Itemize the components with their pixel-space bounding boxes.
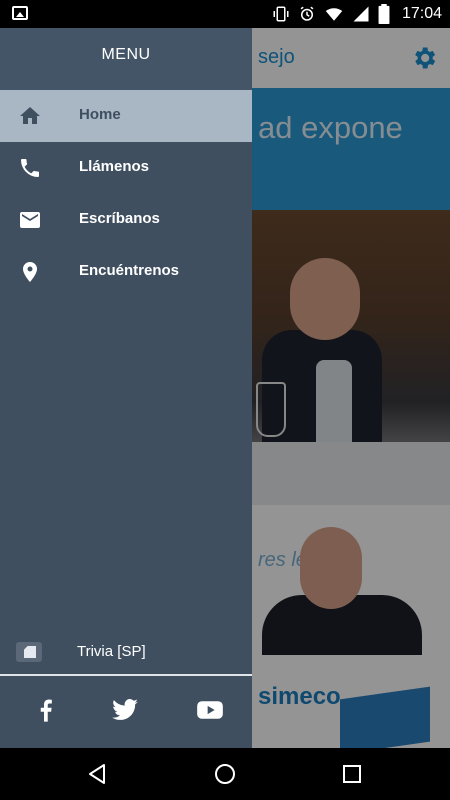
youtube-icon[interactable] [196,696,224,724]
image-icon [12,6,28,20]
home-icon [20,107,40,124]
phone-icon [21,159,39,177]
menu-item-home[interactable]: Home [0,90,252,142]
wifi-icon [325,8,343,21]
twitter-icon[interactable] [111,696,139,724]
divider [0,674,252,676]
drawer-title: MENU [101,46,151,63]
clock: 17:04 [401,5,442,22]
trivia-label: Trivia [SP] [77,643,146,660]
recents-icon[interactable] [340,762,364,786]
menu-item-label: Encuéntrenos [79,262,180,279]
menu-item-llamenos[interactable]: Llámenos [0,142,252,194]
location-pin-icon [23,262,37,282]
facebook-icon[interactable] [32,696,60,724]
trivia-icon [16,642,42,662]
system-nav-bar [0,748,450,800]
home-circle-icon[interactable] [213,762,237,786]
drawer-header: MENU [0,28,252,90]
trivia-link[interactable]: Trivia [SP] [0,628,252,676]
battery-icon [378,4,390,24]
signal-icon [353,6,369,22]
navigation-drawer: MENU Home Llámenos Escríbanos Encuéntren… [0,28,252,748]
back-icon[interactable] [86,762,110,786]
alarm-icon [300,6,314,21]
menu-item-label: Escríbanos [79,210,160,227]
menu-item-label: Home [79,106,121,123]
menu-item-escribanos[interactable]: Escríbanos [0,194,252,246]
status-bar: 17:04 [0,0,450,28]
menu-item-encuentrenos[interactable]: Encuéntrenos [0,246,252,298]
mail-icon [20,212,40,228]
menu-item-label: Llámenos [79,158,150,175]
vibrate-icon [273,6,289,22]
